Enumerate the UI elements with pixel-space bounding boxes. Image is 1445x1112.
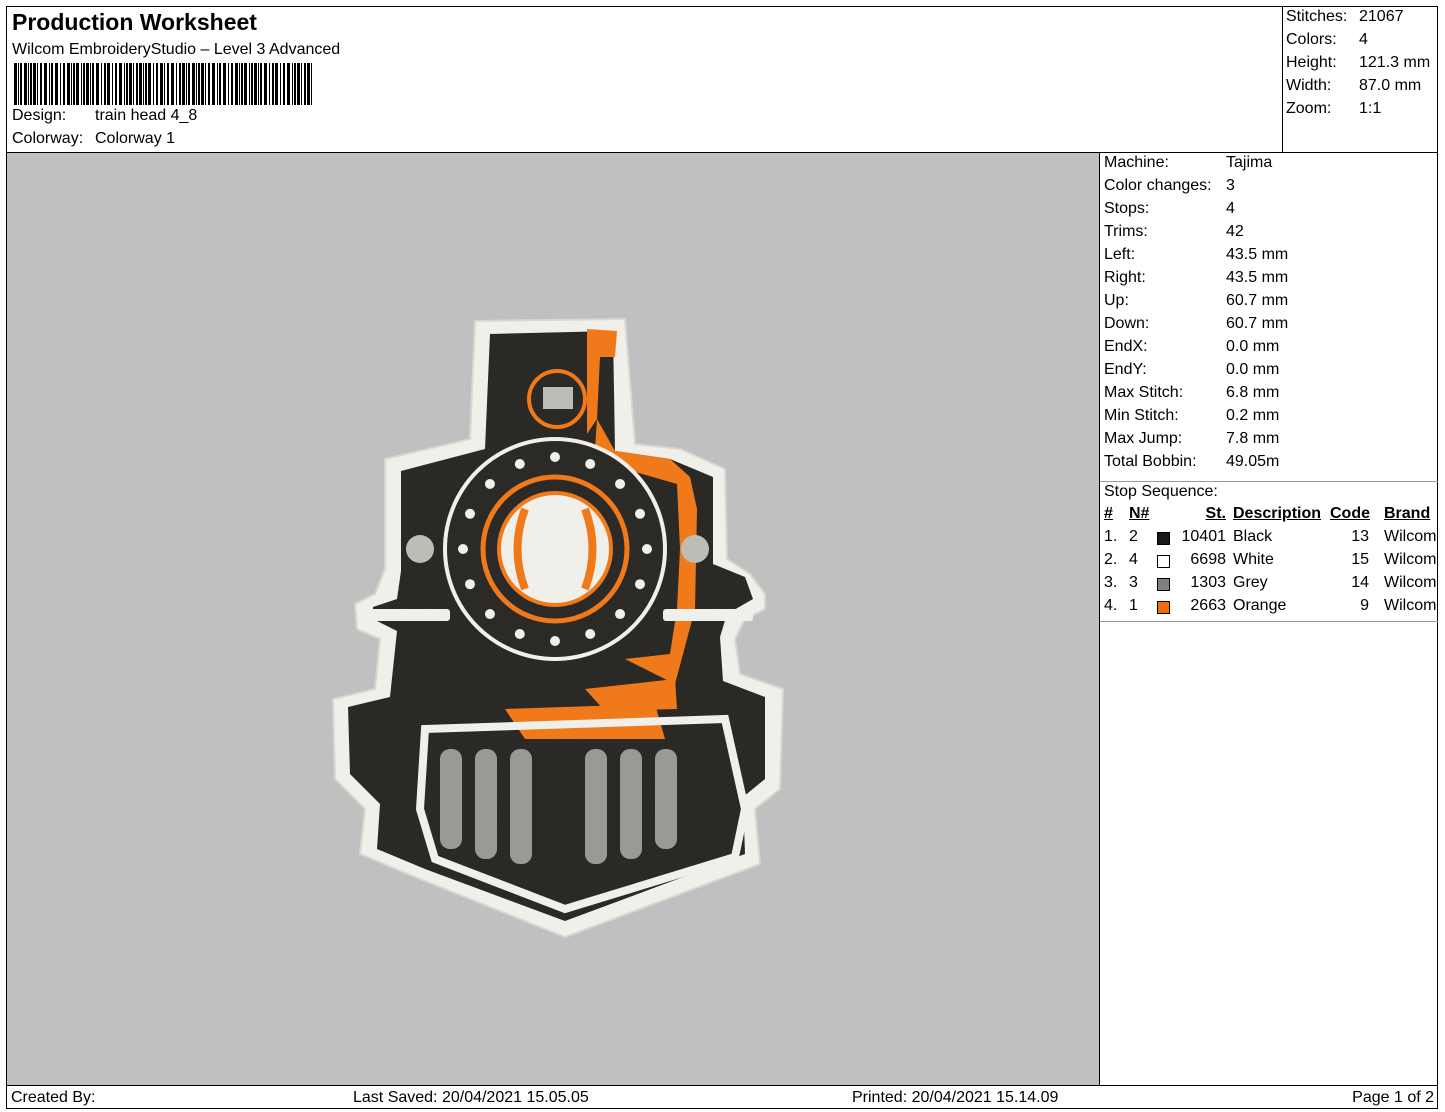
machine-info-panel: Machine: Tajima Color changes: 3 Stops: 4 Trim… <box>1100 153 1438 1085</box>
stop-sequence-title: Stop Sequence: <box>1104 483 1218 500</box>
info-value: 6.8 mm <box>1226 384 1280 401</box>
info-label: Min Stitch: <box>1104 407 1179 424</box>
summary-row: Stitches: 21067 <box>1286 8 1404 25</box>
info-value: Tajima <box>1226 154 1273 171</box>
machine-info-row: Trims: 42 <box>1104 223 1244 241</box>
machine-info-row: Down: 60.7 mm <box>1104 315 1288 333</box>
machine-info-row: Left: 43.5 mm <box>1104 246 1288 264</box>
color-swatch <box>1157 532 1170 545</box>
info-label: Stops: <box>1104 200 1150 217</box>
info-label: Down: <box>1104 315 1150 332</box>
machine-info-row: Machine: Tajima <box>1104 154 1272 172</box>
page-number: Page 1 of 2 <box>1352 1089 1434 1106</box>
info-label: Max Jump: <box>1104 430 1183 447</box>
info-value: 4 <box>1226 200 1235 217</box>
info-label: Trims: <box>1104 223 1148 240</box>
info-label: Machine: <box>1104 154 1169 171</box>
machine-info-row: Total Bobbin: 49.05m <box>1104 453 1279 471</box>
colorway-value: Colorway 1 <box>95 130 176 147</box>
info-label: Max Stitch: <box>1104 384 1184 401</box>
info-value: 43.5 mm <box>1226 269 1289 286</box>
info-value: 3 <box>1226 177 1235 194</box>
software-name: Wilcom EmbroideryStudio – Level 3 Advanc… <box>12 41 341 58</box>
table-row: 4. 1 2663 Orange 9 Wilcom <box>1104 597 1437 614</box>
machine-info-row: Min Stitch: 0.2 mm <box>1104 407 1279 425</box>
design-preview-canvas <box>7 153 1100 1085</box>
machine-info-row: Up: 60.7 mm <box>1104 292 1288 310</box>
info-label: Total Bobbin: <box>1104 453 1197 470</box>
info-value: 60.7 mm <box>1226 315 1289 332</box>
table-row: 3. 3 1303 Grey 14 Wilcom <box>1104 574 1437 591</box>
design-row: Design: train head 4_8 <box>12 107 197 125</box>
info-value: 0.0 mm <box>1226 361 1280 378</box>
train-head-embroidery-preview <box>331 317 785 939</box>
worksheet-frame: Production Worksheet Wilcom EmbroiderySt… <box>6 6 1438 1109</box>
info-label: EndY: <box>1104 361 1147 378</box>
stop-sequence-table: # N# St. Description Code Brand 1. 2 104… <box>1100 505 1438 620</box>
barcode <box>14 63 312 105</box>
machine-info-row: EndX: 0.0 mm <box>1104 338 1279 356</box>
summary-row: Width: 87.0 mm <box>1286 77 1422 94</box>
page-title: Production Worksheet <box>12 9 257 35</box>
info-label: Up: <box>1104 292 1129 309</box>
design-label: Design: <box>12 107 67 124</box>
design-value: train head 4_8 <box>95 107 198 124</box>
created-by: Created By: <box>11 1089 96 1106</box>
worksheet-footer: Created By: Last Saved: 20/04/2021 15.05… <box>7 1085 1438 1109</box>
info-value: 43.5 mm <box>1226 246 1289 263</box>
last-saved: Last Saved: 20/04/2021 15.05.05 <box>353 1089 589 1106</box>
machine-info-row: Max Jump: 7.8 mm <box>1104 430 1279 448</box>
machine-info-row: Right: 43.5 mm <box>1104 269 1288 287</box>
table-row: 2. 4 6698 White 15 Wilcom <box>1104 551 1437 568</box>
info-value: 60.7 mm <box>1226 292 1289 309</box>
machine-info-row: Color changes: 3 <box>1104 177 1235 195</box>
info-value: 0.0 mm <box>1226 338 1280 355</box>
color-swatch <box>1157 555 1170 568</box>
info-value: 49.05m <box>1226 453 1280 470</box>
printed-date: Printed: 20/04/2021 15.14.09 <box>852 1089 1059 1106</box>
colorway-row: Colorway: Colorway 1 <box>12 130 175 148</box>
info-label: Left: <box>1104 246 1136 263</box>
info-value: 42 <box>1226 223 1244 240</box>
colorway-label: Colorway: <box>12 130 84 147</box>
summary-row: Colors: 4 <box>1286 31 1368 48</box>
color-swatch <box>1157 578 1170 591</box>
info-value: 0.2 mm <box>1226 407 1280 424</box>
worksheet-header: Production Worksheet Wilcom EmbroiderySt… <box>7 7 1283 153</box>
divider <box>1100 621 1438 622</box>
table-header: # N# St. Description Code Brand <box>1104 505 1431 522</box>
color-swatch <box>1157 601 1170 614</box>
machine-info-row: EndY: 0.0 mm <box>1104 361 1279 379</box>
machine-info-row: Stops: 4 <box>1104 200 1235 218</box>
divider <box>1100 481 1438 482</box>
machine-info-row: Max Stitch: 6.8 mm <box>1104 384 1279 402</box>
info-label: Color changes: <box>1104 177 1212 194</box>
info-label: EndX: <box>1104 338 1148 355</box>
info-label: Right: <box>1104 269 1146 286</box>
table-row: 1. 2 10401 Black 13 Wilcom <box>1104 528 1437 545</box>
info-value: 7.8 mm <box>1226 430 1280 447</box>
design-summary: Stitches: 21067 Colors: 4 Height: 121.3 mm … <box>1283 7 1438 153</box>
summary-row: Zoom: 1:1 <box>1286 100 1382 117</box>
summary-row: Height: 121.3 mm <box>1286 54 1431 71</box>
